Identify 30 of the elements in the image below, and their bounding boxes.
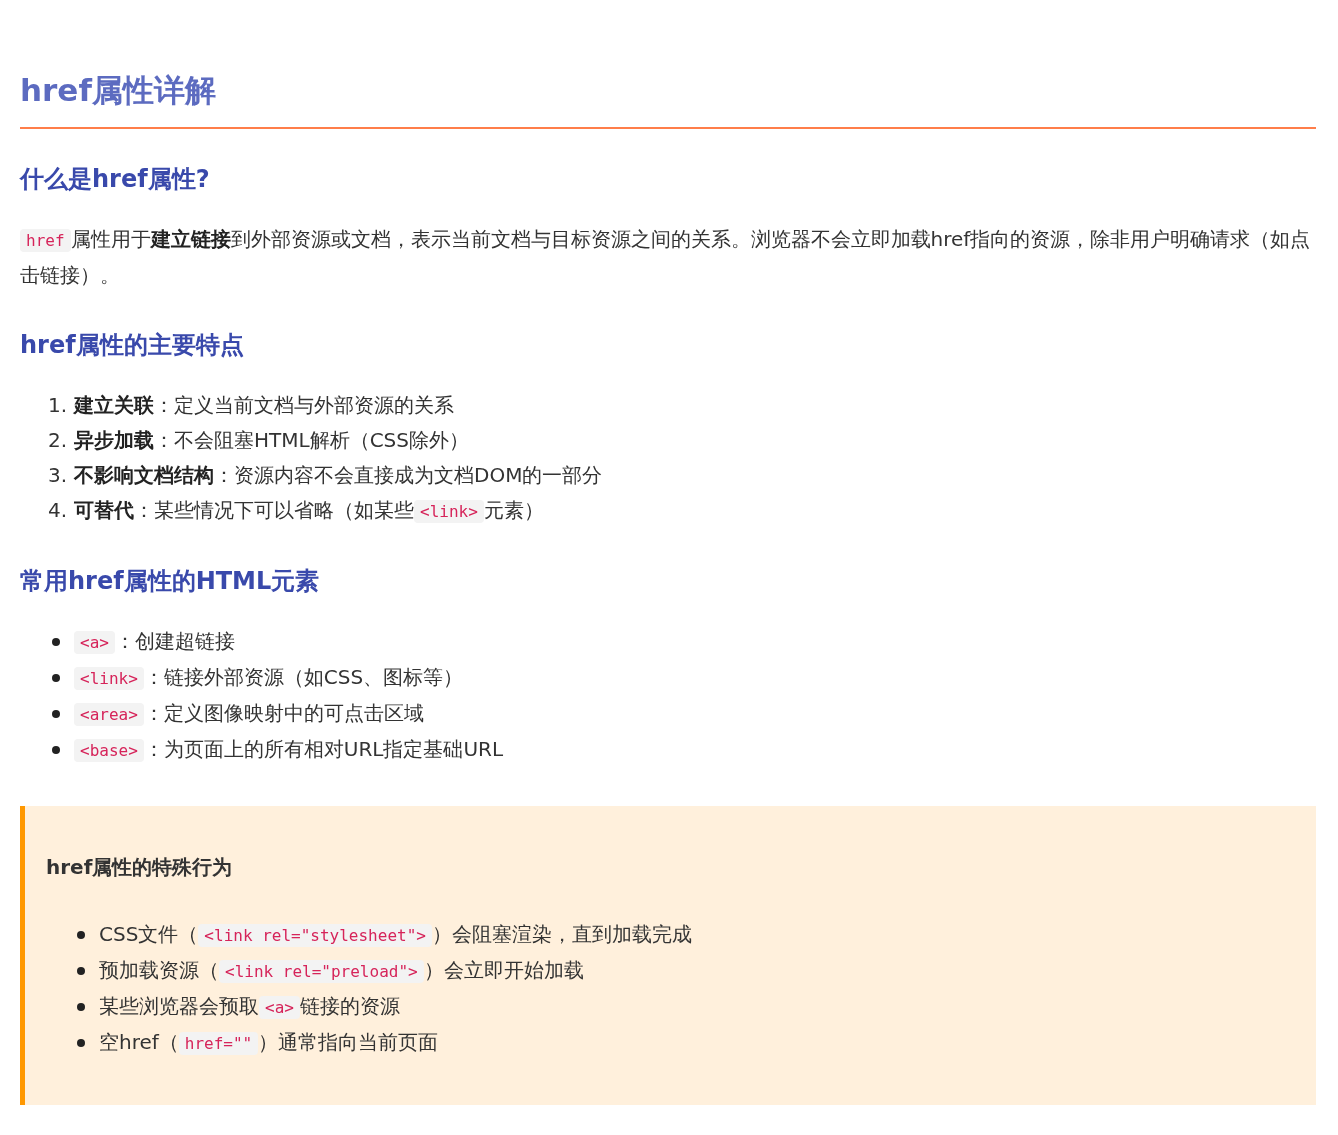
- list-item-text: 空href（ href="" ）通常指向当前页面: [99, 1028, 439, 1057]
- section-heading: 常用href属性的HTML元素: [20, 566, 321, 596]
- page-title: href属性详解: [20, 72, 217, 110]
- list-item-text: 可替代：某些情况下可以省略（如某些 <link> 元素）: [74, 496, 544, 525]
- bullet-icon: [77, 966, 85, 975]
- list-item-text: <link> ：链接外部资源（如CSS、图标等）: [74, 659, 464, 696]
- bullet-icon: [52, 637, 60, 646]
- list-item-text: 不影响文档结构：资源内容不会直接成为文档DOM的一部分: [74, 461, 603, 489]
- list-item-text: CSS文件（ <link rel="stylesheet"> ）会阻塞渲染，直到加载完成: [99, 920, 692, 949]
- bullet-icon: [52, 673, 60, 682]
- list-number: 2.: [48, 426, 69, 454]
- list-item-text: 某些浏览器会预取 <a> 链接的资源: [99, 992, 400, 1021]
- list-number: 3.: [48, 461, 69, 489]
- list-item-text: 建立关联：定义当前文档与外部资源的关系: [74, 391, 454, 419]
- paragraph: href 属性用于建立链接到外部资源或文档，表示当前文档与目标资源之间的关系。浏览器不会立即加载href指向的资源，除非用户明确请求（如点击链接）。: [20, 226, 1312, 289]
- list-item-text: <area> ：定义图像映射中的可点击区域: [74, 695, 424, 732]
- list-number: 1.: [48, 391, 69, 419]
- list-item-text: 异步加载：不会阻塞HTML解析（CSS除外）: [74, 426, 469, 454]
- bullet-icon: [52, 709, 60, 718]
- bullet-icon: [77, 930, 85, 939]
- section-heading: href属性的主要特点: [20, 331, 245, 360]
- list-item-text: <base> ：为页面上的所有相对URL指定基础URL: [74, 731, 504, 768]
- callout-heading: href属性的特殊行为: [46, 853, 234, 881]
- list-number: 4.: [48, 497, 69, 525]
- list-item-text: <a> ：创建超链接: [74, 623, 235, 660]
- section-heading: 什么是href属性?: [20, 165, 211, 194]
- bullet-icon: [77, 1038, 85, 1047]
- list-item-text: 预加载资源（ <link rel="preload"> ）会立即开始加载: [99, 956, 584, 985]
- bullet-icon: [77, 1002, 85, 1011]
- bullet-icon: [52, 745, 60, 754]
